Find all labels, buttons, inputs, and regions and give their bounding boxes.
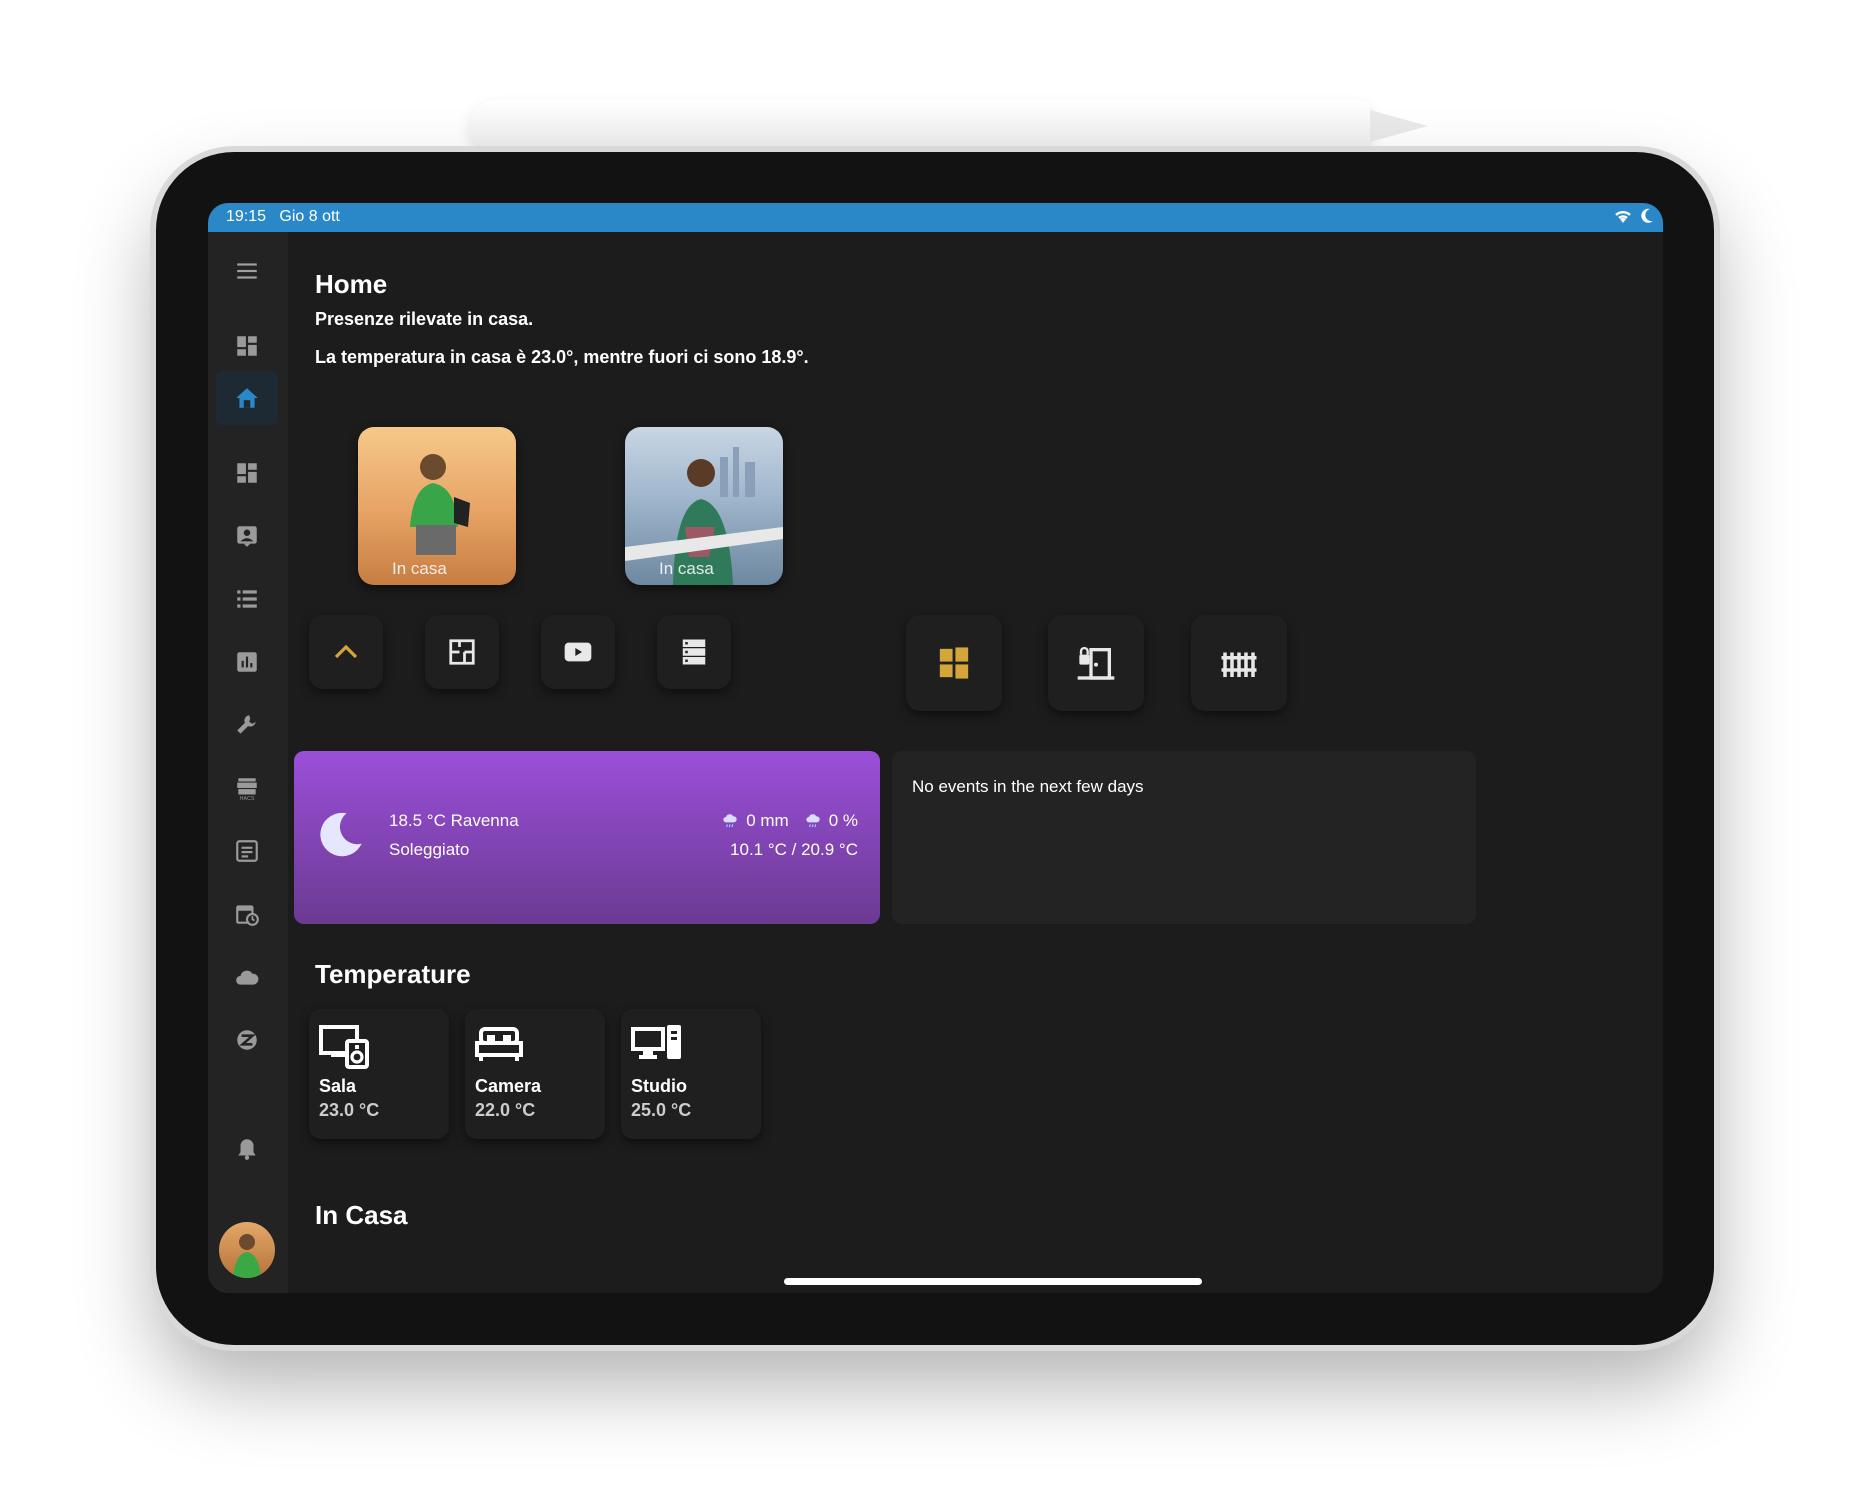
section-temperature: Temperature <box>315 959 471 989</box>
calendar-events-card[interactable]: No events in the next few days <box>892 751 1476 924</box>
room-temp: 22.0 °C <box>475 1100 536 1120</box>
weather-range: 10.1 °C / 20.9 °C <box>730 840 858 859</box>
room-temp: 25.0 °C <box>631 1100 692 1120</box>
wifi-icon <box>1615 210 1631 223</box>
weather-condition: Soleggiato <box>389 840 470 859</box>
rain-chance-icon <box>806 814 820 828</box>
floorplan-icon[interactable] <box>425 615 499 689</box>
wrench-icon[interactable] <box>228 706 266 744</box>
avatar[interactable] <box>219 1222 275 1278</box>
room-card-studio[interactable]: Studio 25.0 °C <box>621 1009 761 1139</box>
svg-text:HACS: HACS <box>239 796 254 801</box>
server-icon[interactable] <box>657 615 731 689</box>
room-card-sala[interactable]: Sala 23.0 °C <box>309 1009 449 1139</box>
status-time-date: 19:15 Gio 8 ott <box>226 208 340 225</box>
list-icon[interactable] <box>228 580 266 618</box>
temperature-summary: La temperatura in casa è 23.0°, mentre f… <box>315 347 809 367</box>
window-icon[interactable] <box>906 615 1002 711</box>
page-title: Home <box>315 269 388 299</box>
person-icon[interactable] <box>228 517 266 555</box>
weather-rain: 0 mm <box>746 811 789 830</box>
person-status-1: In casa <box>392 559 447 578</box>
chevron-up-icon[interactable] <box>309 615 383 689</box>
zwave-icon[interactable] <box>228 1021 266 1059</box>
person-status-2: In casa <box>659 559 714 578</box>
rain-icon <box>723 814 737 828</box>
home-indicator[interactable] <box>784 1278 1202 1285</box>
bell-icon[interactable] <box>228 1130 266 1168</box>
door-icon[interactable] <box>1048 615 1144 711</box>
status-icons <box>1613 207 1655 225</box>
logbook-icon[interactable] <box>228 832 266 870</box>
weather-rain-chance: 0 % <box>828 811 858 830</box>
gate-icon[interactable] <box>1191 615 1287 711</box>
weather-temp-city: 18.5 °C Ravenna <box>389 811 519 830</box>
main-panel: Home Presenze rilevate in casa. La tempe… <box>288 232 1663 1293</box>
moon-icon <box>1641 208 1653 223</box>
section-in-casa: In Casa <box>315 1200 408 1230</box>
status-bar: 19:15 Gio 8 ott <box>208 203 1663 232</box>
menu-icon[interactable] <box>228 252 266 290</box>
person-card-1[interactable]: In casa <box>358 427 516 585</box>
youtube-icon[interactable] <box>541 615 615 689</box>
room-temp: 23.0 °C <box>319 1100 380 1120</box>
dashboard-icon[interactable] <box>228 454 266 492</box>
bed-icon <box>475 1027 523 1061</box>
room-name: Sala <box>319 1076 357 1096</box>
room-name: Studio <box>631 1076 687 1096</box>
weather-card[interactable]: 18.5 °C Ravenna Soleggiato 0 mm 0 % 10.1… <box>294 751 880 924</box>
tv-thermostat-icon <box>319 1025 369 1069</box>
weather-precipitation: 0 mm 0 % <box>722 811 858 831</box>
events-empty-text: No events in the next few days <box>912 777 1144 796</box>
hacs-icon[interactable]: HACS <box>228 769 266 807</box>
presence-text: Presenze rilevate in casa. <box>315 309 534 329</box>
moon-icon <box>320 812 362 857</box>
person-card-2[interactable]: In casa <box>625 427 783 585</box>
tablet-screen: 19:15 Gio 8 ott HACS Home Presenze rilev… <box>208 203 1663 1293</box>
home-icon[interactable] <box>216 371 278 425</box>
calendar-icon[interactable] <box>228 895 266 933</box>
room-card-camera[interactable]: Camera 22.0 °C <box>465 1009 605 1139</box>
chart-icon[interactable] <box>228 643 266 681</box>
apple-pencil <box>470 100 1370 152</box>
desktop-icon <box>631 1025 681 1059</box>
sidebar: HACS <box>208 232 288 1293</box>
room-name: Camera <box>475 1076 542 1096</box>
cloud-icon[interactable] <box>228 958 266 996</box>
apple-pencil-tip <box>1370 110 1428 142</box>
overview-icon[interactable] <box>228 327 266 365</box>
